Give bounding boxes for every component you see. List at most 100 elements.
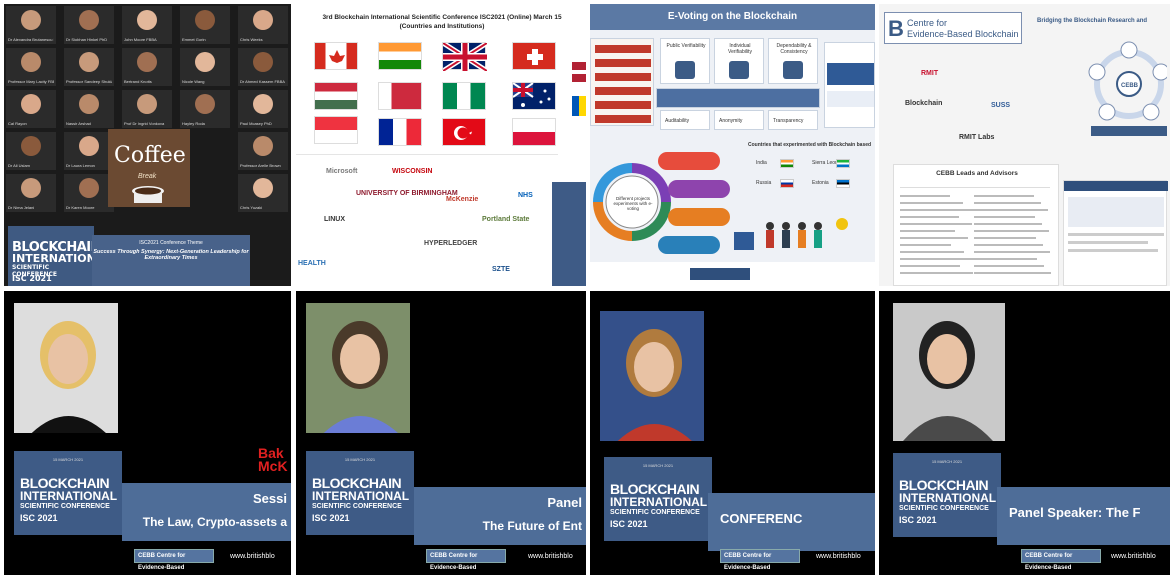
cebb-logo: B Centre for Evidence-Based Blockchain [884,12,1022,44]
avatar [137,94,157,114]
poster-line-4: ISC 2021 [312,513,350,523]
session-title: CONFERENC [720,511,803,526]
infographic-title: E-Voting on the Blockchain [590,4,875,30]
avatar [21,10,41,30]
poster-line-3: SCIENTIFIC CONFERENCE [312,503,402,510]
feature-label: Individual Verifiability [728,43,752,55]
partner-logo: SUSS [991,102,1011,109]
participant-name: Cal Rayon [8,121,27,126]
cebb-network-diagram: CEBB [1075,36,1170,136]
country-label: Russia [756,180,772,186]
conference-poster: 15 MARCH 2021 BLOCKCHAIN INTERNATIONAL SCIE… [604,457,712,541]
bridging-title: Bridging the Blockchain Research and [1037,18,1148,24]
institution-logo: Microsoft [326,168,358,175]
theme-text: Success Through Synergy: Next-Generation… [93,249,249,261]
cebb-footer-logo: CEBB Centre for Evidence-Based Blockchai… [720,549,800,571]
theme-label: ISC2021 Conference Theme [139,240,203,246]
speaker-name: Rich [1131,353,1164,370]
coffee-break-card: Coffee Break [108,129,190,207]
avatar [195,10,215,30]
speaker-name: Brian B [528,333,582,350]
i-am-speaking-label: I am speakin [514,297,583,311]
avatar [195,52,215,72]
website-url: www.britishblo [1111,553,1156,560]
bottom-feature-label: Anonymity [719,118,743,124]
participant-video: Nicole Wang [180,48,230,86]
poster-line-4: ISC 2021 [610,519,648,529]
traditional-voting-box [590,38,654,126]
country-flag [780,159,794,168]
cebb-tile: B Centre for Evidence-Based Blockchain Br… [879,4,1170,286]
speaker-role-line: Former CTO, W [506,459,574,470]
leads-advisors-panel: CEBB Leads and Advisors [893,164,1059,286]
avatar [21,94,41,114]
website-url: www.britishblo [816,553,861,560]
participant-name: Dr Siobhan Hinkel PhD [66,37,108,42]
speaker-role-line: Executive Dir [514,411,570,422]
poster-line-4: ISC 2021 [899,515,937,525]
key-components-bar [656,88,820,108]
cebb-b-icon: B [888,16,904,41]
participant-name: Dr Alexandra Brutanescu PhD [8,37,54,42]
session-band: Panel The Future of Ent [414,487,586,545]
poster-line-2: INTERNATIONAL [312,489,410,503]
institution-logo: NHS [518,192,533,199]
projects-wheel: Different projects experiments with e-vo… [590,144,744,262]
cebb-footer-logo: CEBB Centre for Evidence-Based Blockchai… [134,549,214,571]
partner-logo: RMIT Labs [959,134,995,141]
flag-bahrain [378,82,422,110]
speaker-role-line: Managing Director for Bloc [446,363,559,374]
website-url: www.britishblo [230,553,275,560]
avatar [253,10,273,30]
avatar [137,10,157,30]
evoting-infographic-tile: E-Voting on the Blockchain Public Verifi… [590,4,875,286]
participant-video: Dr Nima Jelani [6,174,56,212]
bottom-feature-card: Transparency [768,110,818,130]
avatar [253,52,273,72]
participant-name: Chris Weeks [240,37,263,42]
participant-video: Dr Siobhan Hinkel PhD [64,6,114,44]
avatar [79,94,99,114]
participant-video: Dr Ahmed Kassem FBBA [238,48,288,86]
institution-logo: Portland State [482,216,530,223]
speaker-role-line: Comm [826,397,862,411]
participant-name: Bertrand Knotts [124,79,152,84]
flag-partial [572,96,586,116]
participant-name: Prof Dr Ingrid Vonkova [124,121,165,126]
flag-hungary [314,82,358,110]
participant-video: Hayley Roda [180,90,230,128]
i-am-speaking-label: I am speakin [216,299,285,313]
poster-date: 15 MARCH 2021 [52,457,84,462]
flag-india [378,42,422,70]
voters-illustration [730,214,870,262]
speaker-photo [306,303,410,433]
institution-logo: HEALTH [298,260,326,267]
speaker-role-line: Global Tech Lead for Blocke [158,388,277,399]
participant-name: Nicole Wang [182,79,205,84]
participant-name: Dr Ali Uslam [8,163,31,168]
side-poster [552,182,586,286]
slide-subtitle: (Countries and Institutions) [399,23,485,30]
avatar [79,10,99,30]
participant-video: Paul Mcasey PhD [238,90,288,128]
avatar [137,52,157,72]
infographic-footer [590,262,875,286]
blockchain-type-box [824,42,875,128]
participant-video: Chris Yuzaki [238,174,288,212]
coffee-cup-icon [132,186,164,203]
wheel-center-text: Different projects experiments with e-vo… [613,196,653,211]
feature-icon [675,61,695,79]
coffee-subtitle: Break [138,173,157,180]
country-flag [836,159,850,168]
institution-logo: WISCONSIN [392,168,433,175]
cebb-footer-logo: CEBB Centre for Evidence-Based Blockchai… [1021,549,1101,571]
session-band: Sessi The Law, Crypto-assets a [122,483,291,541]
countries-institutions-tile: 3rd Blockchain International Scientific … [296,4,586,286]
cebb-footer-logo: CEBB Centre for Evidence-Based Blockchai… [426,549,506,571]
flag-switzerland [512,42,556,70]
participant-name: Chris Yuzaki [240,205,263,210]
feature-label: Public Verifiability [666,43,706,49]
poster-line-3: SCIENTIFIC CONFERENCE [610,509,700,516]
session-subtitle: The Future of Ent [482,519,582,533]
logo-line-4: ISC 2021 [12,274,52,283]
